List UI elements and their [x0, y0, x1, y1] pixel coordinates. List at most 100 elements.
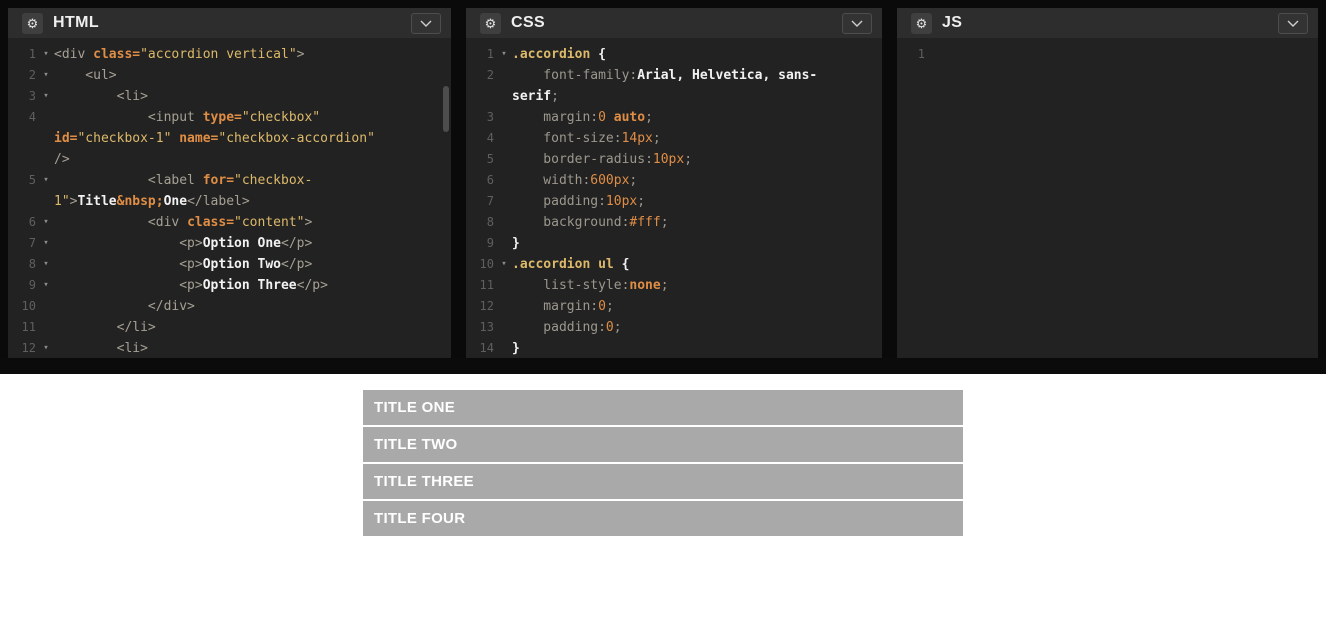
line-number: 8 — [28, 257, 36, 271]
code-text: <p>Option One</p> — [54, 236, 313, 251]
code-line[interactable]: 9 ▾ <p>Option Three</p> — [8, 275, 451, 296]
code-line[interactable]: 3 ▾ <li> — [8, 86, 451, 107]
code-line[interactable]: 13 padding:0; — [466, 317, 882, 338]
line-number — [8, 149, 38, 170]
fold-arrow-icon[interactable]: ▾ — [38, 170, 54, 191]
js-code-editor[interactable]: 1 — [897, 38, 1318, 358]
fold-arrow-icon[interactable]: ▾ — [38, 65, 54, 86]
code-line[interactable]: 11 </li> — [8, 317, 451, 338]
code-line[interactable]: 6 ▾ <div class="content"> — [8, 212, 451, 233]
code-line[interactable]: 5 ▾ <label for="checkbox- — [8, 170, 451, 191]
line-number: 9 — [486, 236, 494, 250]
accordion-title-bar[interactable]: TITLE THREE — [363, 464, 963, 499]
code-line[interactable]: 1 ▾ .accordion { — [466, 44, 882, 65]
editor-preview-divider[interactable] — [0, 358, 1326, 374]
code-line[interactable]: 2 ▾ <ul> — [8, 65, 451, 86]
code-line[interactable]: 8 ▾ <p>Option Two</p> — [8, 254, 451, 275]
line-number: 10 — [21, 299, 36, 313]
accordion-title-bar[interactable]: TITLE ONE — [363, 390, 963, 425]
code-text: <p>Option Three</p> — [54, 278, 328, 293]
fold-gutter — [38, 149, 54, 170]
css-code-editor[interactable]: 1 ▾ .accordion {2 font-family:Arial, Helve… — [466, 38, 882, 358]
chevron-down-icon — [851, 20, 863, 27]
code-line[interactable]: 12 margin:0; — [466, 296, 882, 317]
code-line[interactable]: 8 background:#fff; — [466, 212, 882, 233]
fold-gutter — [496, 149, 512, 170]
code-line[interactable]: 7 ▾ <p>Option One</p> — [8, 233, 451, 254]
css-editor-settings-button[interactable]: ⚙ — [480, 12, 501, 34]
accordion-title-bar[interactable]: TITLE FOUR — [363, 501, 963, 536]
fold-arrow-icon[interactable]: ▾ — [496, 254, 512, 275]
code-line[interactable]: 1 ▾ <div class="accordion vertical"> — [8, 44, 451, 65]
html-editor-menu-button[interactable] — [411, 12, 441, 34]
code-line[interactable]: 10 </div> — [8, 296, 451, 317]
fold-arrow-icon[interactable]: ▾ — [496, 44, 512, 65]
line-number: 11 — [479, 278, 494, 292]
fold-arrow-icon[interactable]: ▾ — [38, 44, 54, 65]
line-number: 3 — [28, 89, 36, 103]
line-number: 3 — [486, 110, 494, 124]
fold-arrow-icon[interactable]: ▾ — [38, 275, 54, 296]
code-text: serif; — [512, 89, 559, 104]
line-number: 10 — [479, 257, 494, 271]
code-line[interactable]: 1 — [897, 44, 1318, 65]
js-editor-menu-button[interactable] — [1278, 12, 1308, 34]
fold-arrow-icon[interactable]: ▾ — [38, 86, 54, 107]
fold-arrow-icon[interactable]: ▾ — [38, 233, 54, 254]
code-line[interactable]: serif; — [466, 86, 882, 107]
code-line[interactable]: 1">Title&nbsp;One</label> — [8, 191, 451, 212]
code-text: width:600px; — [512, 173, 638, 188]
fold-gutter — [38, 317, 54, 338]
code-text: <li> — [54, 341, 148, 356]
code-line[interactable]: 9} — [466, 233, 882, 254]
html-editor-settings-button[interactable]: ⚙ — [22, 12, 43, 34]
html-editor-scrollbar[interactable] — [443, 86, 449, 132]
code-line[interactable]: 14} — [466, 338, 882, 358]
code-playground-page: ⚙ HTML 1 ▾ <div class="accordion vertical"… — [0, 0, 1326, 641]
accordion-title-bar[interactable]: TITLE TWO — [363, 427, 963, 462]
code-text: <label for="checkbox- — [54, 173, 313, 188]
code-line[interactable]: id="checkbox-1" name="checkbox-accordion… — [8, 128, 451, 149]
code-line[interactable]: 12 ▾ <li> — [8, 338, 451, 358]
code-line[interactable]: 4 <input type="checkbox" — [8, 107, 451, 128]
code-line[interactable]: 6 width:600px; — [466, 170, 882, 191]
code-text: } — [512, 341, 520, 356]
line-number: 6 — [28, 215, 36, 229]
fold-gutter — [38, 191, 54, 212]
gear-icon: ⚙ — [484, 15, 497, 31]
code-line[interactable]: 11 list-style:none; — [466, 275, 882, 296]
code-text: <div class="accordion vertical"> — [54, 47, 305, 62]
code-text: <li> — [54, 89, 148, 104]
js-editor-settings-button[interactable]: ⚙ — [911, 12, 932, 34]
fold-gutter — [927, 44, 943, 65]
code-text: <ul> — [54, 68, 117, 83]
code-line[interactable]: 4 font-size:14px; — [466, 128, 882, 149]
line-number: 5 — [28, 173, 36, 187]
fold-arrow-icon[interactable]: ▾ — [38, 338, 54, 358]
html-editor-panel: ⚙ HTML 1 ▾ <div class="accordion vertical"… — [8, 8, 451, 358]
css-panel-header: ⚙ CSS — [466, 8, 882, 38]
code-line[interactable]: 5 border-radius:10px; — [466, 149, 882, 170]
code-text: list-style:none; — [512, 278, 669, 293]
code-line[interactable]: /> — [8, 149, 451, 170]
code-line[interactable]: 3 margin:0 auto; — [466, 107, 882, 128]
code-text: margin:0 auto; — [512, 110, 653, 125]
fold-gutter — [496, 212, 512, 233]
fold-gutter — [38, 107, 54, 128]
editors-row: ⚙ HTML 1 ▾ <div class="accordion vertical"… — [0, 0, 1326, 358]
line-number: 8 — [486, 215, 494, 229]
line-number: 4 — [28, 110, 36, 124]
fold-gutter — [496, 65, 512, 86]
html-code-editor[interactable]: 1 ▾ <div class="accordion vertical"> 2 ▾ <ul… — [8, 38, 451, 358]
css-editor-menu-button[interactable] — [842, 12, 872, 34]
code-line[interactable]: 7 padding:10px; — [466, 191, 882, 212]
code-line[interactable]: 10 ▾ .accordion ul { — [466, 254, 882, 275]
fold-arrow-icon[interactable]: ▾ — [38, 254, 54, 275]
code-text: <input type="checkbox" — [54, 110, 321, 125]
code-text: </div> — [54, 299, 195, 314]
fold-arrow-icon[interactable]: ▾ — [38, 212, 54, 233]
code-line[interactable]: 2 font-family:Arial, Helvetica, sans- — [466, 65, 882, 86]
fold-gutter — [496, 296, 512, 317]
line-number: 13 — [479, 320, 494, 334]
